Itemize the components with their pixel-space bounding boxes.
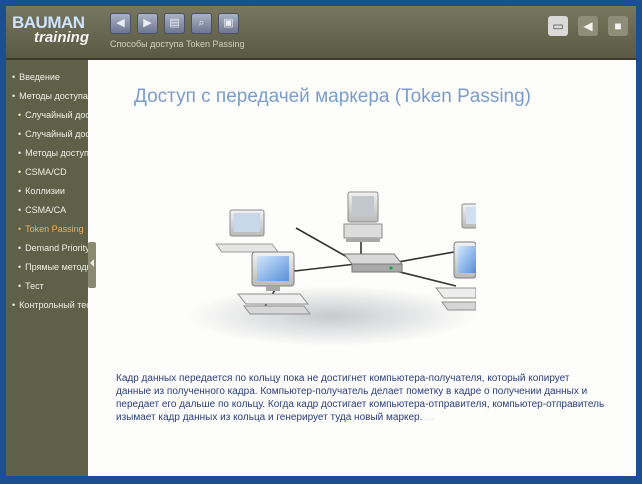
forward-icon: ▶ [143, 17, 152, 29]
description-paragraph: Кадр данных передается по кольцу пока не… [116, 372, 606, 424]
sidebar-collapse-handle[interactable] [88, 242, 96, 288]
search-icon: ⌕ [198, 17, 205, 29]
network-hub [342, 253, 404, 273]
header-bar: BAUMAN training ◀ ▶ ▤ ⌕ ▣ Способы доступ… [6, 6, 636, 60]
sidebar-item-direct-methods[interactable]: • Прямые методы [6, 258, 88, 277]
sidebar-item-label: Методы доступа [25, 148, 88, 158]
sidebar-item-csma-ca[interactable]: • CSMA/CA [6, 201, 88, 220]
bullet-icon: • [18, 205, 22, 215]
sidebar-item-label: Тест [25, 281, 44, 291]
contents-button[interactable]: ▤ [164, 13, 185, 34]
sidebar-item-access-methods-2[interactable]: • Методы доступа [6, 144, 88, 163]
bullet-icon: • [12, 91, 16, 101]
forward-button[interactable]: ▶ [137, 13, 158, 34]
sidebar-item-label: Методы доступа [19, 91, 88, 101]
bullet-icon: • [18, 281, 22, 291]
monitor-button[interactable]: ▭ [548, 16, 568, 36]
sidebar-item-intro[interactable]: • Введение [6, 68, 88, 87]
bullet-icon: • [18, 129, 22, 139]
monitor-icon: ▭ [552, 19, 564, 33]
sidebar-item-label: Коллизии [25, 186, 65, 196]
app-window: BAUMAN training ◀ ▶ ▤ ⌕ ▣ Способы доступ… [6, 6, 636, 476]
sound-icon: ◀ [583, 19, 593, 33]
sidebar-item-token-passing[interactable]: • Token Passing [6, 220, 88, 239]
sidebar-item-final-test[interactable]: • Контрольный тест [6, 296, 88, 315]
sidebar-item-collisions[interactable]: • Коллизии [6, 182, 88, 201]
exit-button[interactable]: ■ [608, 16, 628, 36]
bullet-icon: • [12, 72, 16, 82]
bullet-icon: • [12, 300, 16, 310]
sidebar-item-label: Прямые методы [25, 262, 88, 272]
book-icon: ▤ [169, 17, 180, 29]
page-title: Доступ с передачей маркера (Token Passin… [134, 86, 532, 107]
header-actions: ▭ ◀ ■ [548, 16, 628, 36]
bullet-icon: • [18, 167, 22, 177]
search-button[interactable]: ⌕ [191, 13, 212, 34]
bullet-icon: • [18, 186, 22, 196]
token-ring-network-diagram [186, 191, 476, 346]
breadcrumb: Способы доступа Token Passing [110, 39, 245, 49]
computer-back-right [461, 203, 476, 229]
floor-shadow [186, 286, 476, 346]
sidebar-item-csma-cd[interactable]: • CSMA/CD [6, 163, 88, 182]
sidebar-item-test[interactable]: • Тест [6, 277, 88, 296]
description-tail: … [425, 412, 436, 423]
bullet-icon: • [18, 110, 22, 120]
back-button[interactable]: ◀ [110, 13, 131, 34]
sidebar-item-label: Контрольный тест [19, 300, 88, 310]
print-button[interactable]: ▣ [218, 13, 239, 34]
computer-back-left [215, 209, 279, 253]
sidebar-item-label: Случайный доступ [25, 110, 88, 120]
logo: BAUMAN training [12, 14, 89, 45]
exit-icon: ■ [614, 19, 622, 33]
sidebar-item-label: CSMA/CA [25, 205, 67, 215]
back-icon: ◀ [116, 17, 125, 29]
logo-line2: training [34, 29, 89, 46]
sound-button[interactable]: ◀ [578, 16, 598, 36]
sidebar-item-label: Случайный доступ [25, 129, 88, 139]
sidebar-item-random-access-2[interactable]: •Случайный доступ [6, 125, 88, 144]
sidebar-item-label: Введение [19, 72, 60, 82]
sidebar: • Введение • Методы доступа • Случайный дос… [6, 60, 88, 476]
computer-back-center [343, 191, 383, 242]
sidebar-item-label: Demand Priority [25, 243, 88, 253]
sidebar-item-label: CSMA/CD [25, 167, 67, 177]
print-icon: ▣ [223, 17, 234, 29]
bullet-icon: • [18, 243, 22, 253]
bullet-icon: • [18, 262, 22, 272]
toolbar: ◀ ▶ ▤ ⌕ ▣ [110, 13, 239, 34]
bullet-icon: • [18, 224, 22, 234]
sidebar-item-access-methods[interactable]: • Методы доступа [6, 87, 88, 106]
sidebar-item-label: Token Passing [25, 224, 84, 234]
description-text: Кадр данных передается по кольцу пока не… [116, 373, 605, 423]
sidebar-item-demand-priority[interactable]: • Demand Priority [6, 239, 88, 258]
sidebar-item-random-access-1[interactable]: •Случайный доступ [6, 106, 88, 125]
bullet-icon: • [18, 148, 22, 158]
